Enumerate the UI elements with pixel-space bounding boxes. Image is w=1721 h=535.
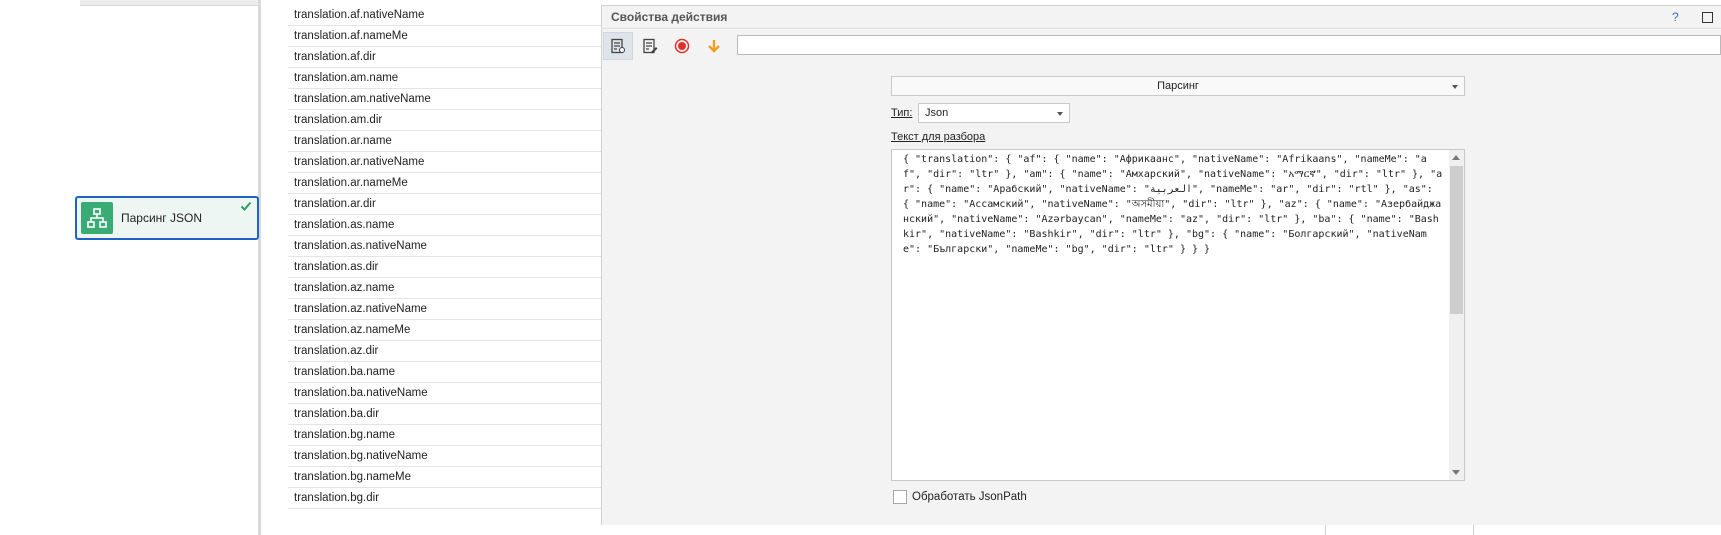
variable-row[interactable]: translation.bg.nameMe	[288, 467, 601, 488]
variable-row[interactable]: translation.as.dir	[288, 257, 601, 278]
checkmark-icon	[240, 201, 252, 211]
variable-row[interactable]: translation.ar.dir	[288, 194, 601, 215]
chevron-down-icon	[1452, 85, 1458, 89]
record-icon	[674, 38, 690, 54]
variable-row[interactable]: translation.bg.nativeName	[288, 446, 601, 467]
variable-row[interactable]: translation.am.dir	[288, 110, 601, 131]
canvas-splitter[interactable]	[258, 0, 261, 535]
variable-row[interactable]: translation.az.nameMe	[288, 320, 601, 341]
variable-row[interactable]: translation.af.nativeName	[288, 5, 601, 26]
list-settings-icon	[611, 38, 626, 54]
toolbar-input[interactable]	[737, 35, 1721, 55]
edit-view-button[interactable]	[635, 32, 665, 60]
variable-row[interactable]: translation.az.nativeName	[288, 299, 601, 320]
scroll-down-icon[interactable]	[1452, 470, 1460, 475]
type-select[interactable]: Json	[918, 103, 1070, 123]
footer-divider	[1473, 525, 1474, 535]
scroll-up-icon[interactable]	[1452, 155, 1460, 160]
variable-row[interactable]: translation.bg.dir	[288, 488, 601, 509]
variable-row[interactable]: translation.az.name	[288, 278, 601, 299]
action-node-label: Парсинг JSON	[121, 211, 203, 225]
variable-row[interactable]: translation.ar.nameMe	[288, 173, 601, 194]
download-button[interactable]	[699, 32, 729, 60]
parse-text-label: Текст для разбора	[891, 131, 986, 143]
maximize-icon[interactable]	[1702, 12, 1713, 23]
record-button[interactable]	[667, 32, 697, 60]
variable-row[interactable]: translation.bg.name	[288, 425, 601, 446]
text-scrollbar-thumb[interactable]	[1450, 166, 1463, 314]
footer-divider	[1325, 525, 1326, 535]
panel-footer	[601, 525, 1721, 535]
variable-row[interactable]: translation.af.dir	[288, 47, 601, 68]
type-select-value: Json	[925, 107, 949, 119]
variable-row[interactable]: translation.af.nameMe	[288, 26, 601, 47]
chevron-down-icon	[1057, 112, 1063, 116]
variable-row[interactable]: translation.ba.dir	[288, 404, 601, 425]
sitemap-icon	[81, 202, 113, 234]
jsonpath-label[interactable]: Обработать JsonPath	[912, 491, 1027, 503]
mode-select-value: Парсинг	[1157, 80, 1199, 92]
variable-row[interactable]: translation.ba.name	[288, 362, 601, 383]
properties-view-button[interactable]	[603, 32, 633, 60]
parse-text-content[interactable]: { "translation": { "af": { "name": "Афри…	[903, 152, 1443, 257]
variables-list: translation.af.nativeName translation.af.…	[288, 0, 601, 511]
action-node-json-parsing[interactable]: Парсинг JSON	[75, 196, 259, 240]
help-button[interactable]: ?	[1672, 10, 1679, 24]
variable-row[interactable]: translation.ar.nativeName	[288, 152, 601, 173]
arrow-down-icon	[708, 40, 720, 53]
variable-row[interactable]: translation.ar.name	[288, 131, 601, 152]
type-label: Тип:	[891, 107, 913, 119]
mode-select[interactable]: Парсинг	[891, 76, 1465, 96]
variable-row[interactable]: translation.as.name	[288, 215, 601, 236]
workflow-canvas[interactable]	[0, 0, 260, 535]
toolbar-separator	[601, 28, 1721, 29]
variable-row[interactable]: translation.am.name	[288, 68, 601, 89]
jsonpath-checkbox[interactable]	[893, 490, 907, 504]
panel-title: Свойства действия	[611, 10, 728, 24]
variable-row[interactable]: translation.ba.nativeName	[288, 383, 601, 404]
variable-row[interactable]: translation.as.nativeName	[288, 236, 601, 257]
canvas-header-strip	[80, 0, 260, 6]
variable-row[interactable]: translation.am.nativeName	[288, 89, 601, 110]
variable-row[interactable]: translation.az.dir	[288, 341, 601, 362]
list-edit-icon	[643, 38, 658, 54]
